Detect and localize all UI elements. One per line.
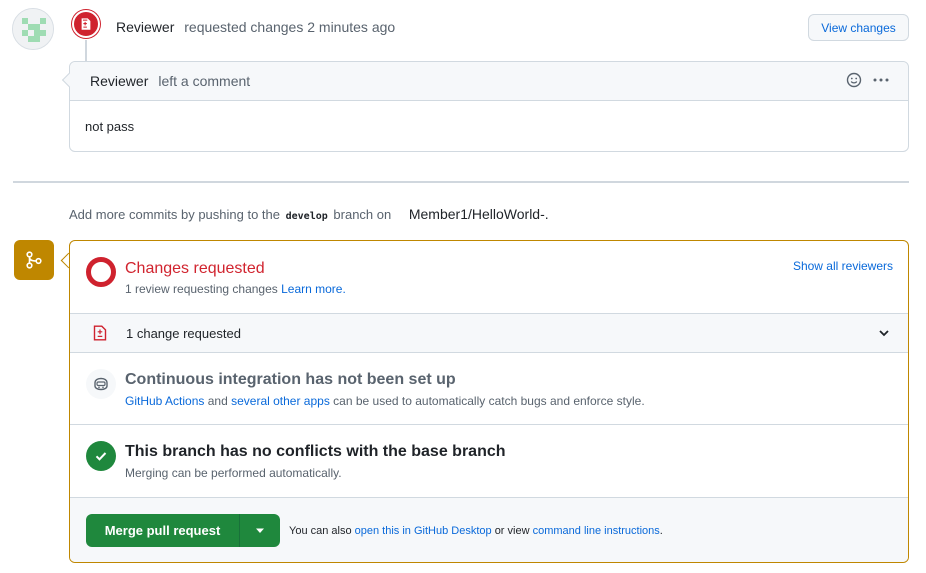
- hint-prefix: You can also: [289, 525, 352, 537]
- comment-actions: [846, 72, 890, 91]
- file-diff-icon: [72, 10, 100, 38]
- merge-pull-request-button[interactable]: Merge pull request: [86, 514, 240, 547]
- ci-subtitle: GitHub Actions and several other apps ca…: [125, 394, 645, 408]
- chevron-down-icon[interactable]: [877, 326, 891, 343]
- push-hint: Add more commits by pushing to the devel…: [69, 206, 549, 222]
- hint-end: .: [659, 525, 663, 537]
- no-conflicts-title: This branch has no conflicts with the ba…: [125, 443, 506, 460]
- conflicts-section: This branch has no conflicts with the ba…: [70, 425, 908, 498]
- smiley-icon[interactable]: [846, 72, 862, 91]
- comment-action: left a comment: [158, 73, 251, 89]
- no-conflicts-subtitle: Merging can be performed automatically.: [125, 466, 342, 480]
- merge-hint: You can also open this in GitHub Desktop…: [289, 525, 663, 537]
- review-time[interactable]: 2 minutes ago: [307, 19, 395, 35]
- review-author[interactable]: Reviewer: [116, 19, 174, 35]
- copilot-icon: [86, 369, 116, 399]
- push-hint-prefix: Add more commits by pushing to the: [69, 207, 280, 222]
- ci-rest-text: can be used to automatically catch bugs …: [333, 394, 645, 408]
- file-diff-icon: [93, 325, 107, 344]
- other-apps-link[interactable]: several other apps: [231, 394, 330, 408]
- reviewer-avatar[interactable]: [12, 8, 54, 50]
- hint-mid: or view: [494, 525, 530, 537]
- ci-title: Continuous integration has not been set …: [125, 371, 456, 388]
- merge-options-dropdown[interactable]: [240, 514, 280, 547]
- comment-body: not pass: [85, 119, 135, 134]
- changes-requested-icon: [86, 257, 116, 287]
- merge-box: Changes requested 1 review requesting ch…: [69, 240, 909, 563]
- comment-author[interactable]: Reviewer: [90, 73, 148, 89]
- github-desktop-link[interactable]: open this in GitHub Desktop: [355, 525, 492, 537]
- learn-more-link[interactable]: Learn more.: [281, 282, 346, 296]
- kebab-horizontal-icon[interactable]: [872, 72, 890, 91]
- review-count-text: 1 review requesting changes: [125, 282, 278, 296]
- identicon: [13, 9, 53, 49]
- repo-link[interactable]: Member1/HelloWorld-.: [409, 206, 549, 222]
- merge-button-group: Merge pull request: [86, 514, 280, 547]
- ci-and-text: and: [207, 394, 228, 408]
- command-line-link[interactable]: command line instructions: [533, 525, 660, 537]
- show-all-reviewers-link[interactable]: Show all reviewers: [793, 259, 893, 273]
- branch-name: develop: [285, 211, 328, 222]
- check-icon: [86, 441, 116, 471]
- change-requested-row[interactable]: 1 change requested: [70, 314, 908, 353]
- merge-section: Merge pull request You can also open thi…: [70, 498, 908, 562]
- review-event-text: Reviewer requested changes 2 minutes ago: [116, 19, 395, 35]
- timeline-divider: [13, 181, 909, 183]
- timeline-line: [85, 40, 87, 62]
- view-changes-button[interactable]: View changes: [808, 14, 909, 41]
- change-requested-label: 1 change requested: [126, 326, 241, 341]
- review-comment: Reviewer left a comment not pass: [69, 61, 909, 152]
- push-hint-middle: branch on: [333, 207, 392, 222]
- github-actions-link[interactable]: GitHub Actions: [125, 394, 204, 408]
- changes-requested-title: Changes requested: [125, 260, 265, 277]
- review-status-section: Changes requested 1 review requesting ch…: [70, 241, 908, 314]
- comment-header: Reviewer left a comment: [70, 62, 908, 101]
- changes-requested-subtitle: 1 review requesting changes Learn more.: [125, 282, 346, 296]
- triangle-down-icon: [256, 528, 264, 533]
- ci-section: Continuous integration has not been set …: [70, 353, 908, 425]
- review-action: requested changes: [184, 19, 304, 35]
- git-merge-icon: [14, 240, 54, 280]
